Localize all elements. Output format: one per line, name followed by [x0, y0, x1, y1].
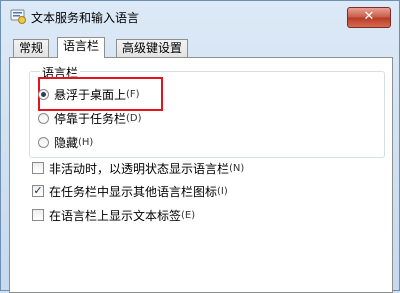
- checkbox-label: 非活动时，以透明状态显示语言栏: [49, 161, 230, 176]
- language-bar-group: 语言栏 悬浮于桌面上 (F) 停靠于任务栏 (D) 隐藏 (H): [29, 64, 385, 158]
- tab-general[interactable]: 常规: [13, 39, 50, 57]
- checkbox[interactable]: ✓: [32, 185, 44, 197]
- tab-language-bar[interactable]: 语言栏: [57, 37, 106, 58]
- text-services-icon: [10, 8, 26, 24]
- hotkey-hint: (N): [229, 162, 245, 174]
- radio-hidden[interactable]: 隐藏 (H): [38, 133, 93, 151]
- tab-strip: 常规 语言栏 高级键设置: [9, 37, 393, 58]
- radio-float-on-desktop[interactable]: 悬浮于桌面上 (F): [38, 85, 140, 103]
- title-bar[interactable]: 文本服务和输入语言 ✕: [1, 1, 399, 31]
- hotkey-hint: (E): [181, 209, 196, 221]
- checkbox-transparent-when-inactive[interactable]: 非活动时，以透明状态显示语言栏 (N): [32, 159, 244, 177]
- hotkey-hint: (D): [126, 112, 142, 124]
- hotkey-hint: (I): [217, 185, 228, 197]
- dialog-window: 文本服务和输入语言 ✕ 常规 语言栏 高级键设置 语言栏 悬浮于桌面上 (F) …: [0, 0, 400, 293]
- checkbox-label: 在语言栏上显示文本标签: [49, 208, 182, 223]
- close-button[interactable]: ✕: [347, 7, 391, 28]
- radio-label: 停靠于任务栏: [54, 111, 127, 126]
- tab-panel: 语言栏 悬浮于桌面上 (F) 停靠于任务栏 (D) 隐藏 (H) 非活动时，以透…: [9, 57, 393, 293]
- radio-dock-in-taskbar[interactable]: 停靠于任务栏 (D): [38, 109, 142, 127]
- radio-button[interactable]: [38, 136, 49, 148]
- checkbox[interactable]: [32, 209, 44, 221]
- radio-button[interactable]: [38, 112, 49, 124]
- radio-button[interactable]: [38, 88, 49, 100]
- hotkey-hint: (H): [78, 136, 94, 148]
- window-title: 文本服务和输入语言: [31, 11, 140, 25]
- radio-label: 悬浮于桌面上: [54, 87, 127, 102]
- tab-advanced-key-settings[interactable]: 高级键设置: [116, 39, 189, 57]
- radio-label: 隐藏: [54, 135, 79, 150]
- checkbox[interactable]: [32, 162, 44, 174]
- checkbox-show-additional-icons[interactable]: ✓ 在任务栏中显示其他语言栏图标 (I): [32, 182, 228, 200]
- checkbox-show-text-labels[interactable]: 在语言栏上显示文本标签 (E): [32, 206, 195, 224]
- checkbox-label: 在任务栏中显示其他语言栏图标: [49, 184, 218, 199]
- hotkey-hint: (F): [126, 88, 140, 100]
